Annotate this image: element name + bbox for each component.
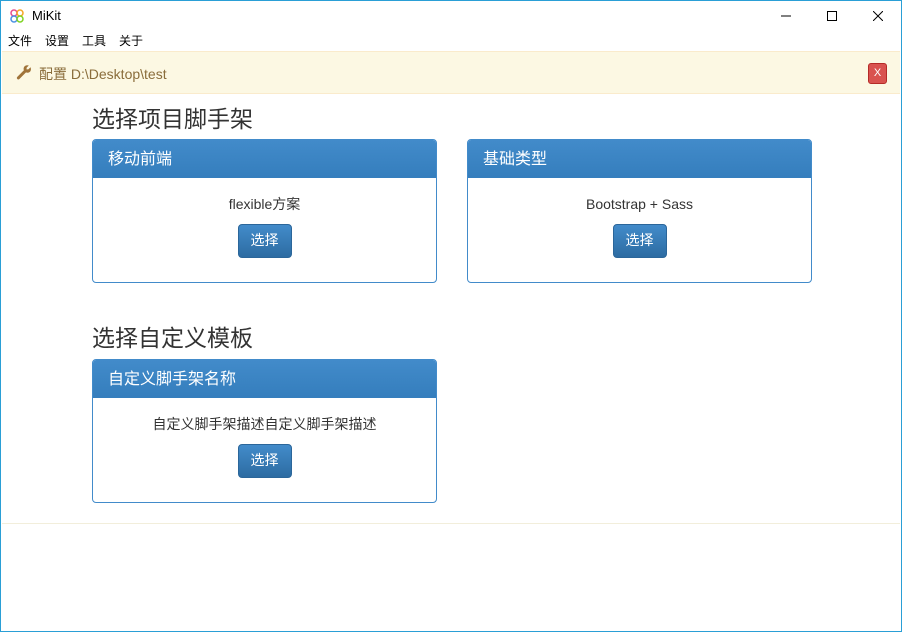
card-header: 基础类型 (468, 140, 811, 178)
select-button[interactable]: 选择 (237, 444, 292, 478)
title-bar[interactable]: MiKit (1, 1, 901, 31)
maximize-button[interactable] (809, 1, 855, 31)
wrench-icon (16, 65, 31, 80)
card-header: 自定义脚手架名称 (93, 360, 436, 398)
minimize-button[interactable] (763, 1, 809, 31)
card-header: 移动前端 (93, 140, 436, 178)
menu-item-tools[interactable]: 工具 (75, 32, 112, 51)
main-content: 选择项目脚手架 移动前端 flexible方案 选择 基础类型 Bootstra… (2, 94, 900, 524)
select-button[interactable]: 选择 (237, 224, 292, 258)
close-window-button[interactable] (855, 1, 901, 31)
scaffold-card-mobile: 移动前端 flexible方案 选择 (92, 139, 437, 283)
section-title-custom: 选择自定义模板 (92, 326, 253, 352)
section-title-scaffold: 选择项目脚手架 (92, 107, 253, 133)
card-description: 自定义脚手架描述自定义脚手架描述 (152, 416, 377, 432)
menu-item-about[interactable]: 关于 (112, 32, 149, 51)
app-window: MiKit 文件 设置 工具 关于 配置 D:\Desktop\test X 选… (0, 0, 902, 632)
menu-bar: 文件 设置 工具 关于 (1, 32, 901, 51)
maximize-icon (827, 11, 837, 21)
config-close-button[interactable]: X (868, 63, 887, 84)
card-description: Bootstrap + Sass (585, 196, 693, 212)
close-icon (873, 11, 883, 21)
menu-item-file[interactable]: 文件 (1, 32, 38, 51)
select-button[interactable]: 选择 (612, 224, 667, 258)
minimize-icon (781, 15, 791, 17)
window-title: MiKit (32, 8, 61, 23)
config-path-label: 配置 D:\Desktop\test (39, 66, 167, 82)
scaffold-card-basic: 基础类型 Bootstrap + Sass 选择 (467, 139, 812, 283)
config-alert: 配置 D:\Desktop\test X (2, 51, 900, 94)
custom-template-card: 自定义脚手架名称 自定义脚手架描述自定义脚手架描述 选择 (92, 359, 437, 503)
card-description: flexible方案 (228, 196, 301, 212)
menu-item-settings[interactable]: 设置 (38, 32, 75, 51)
app-logo-icon (10, 9, 24, 23)
